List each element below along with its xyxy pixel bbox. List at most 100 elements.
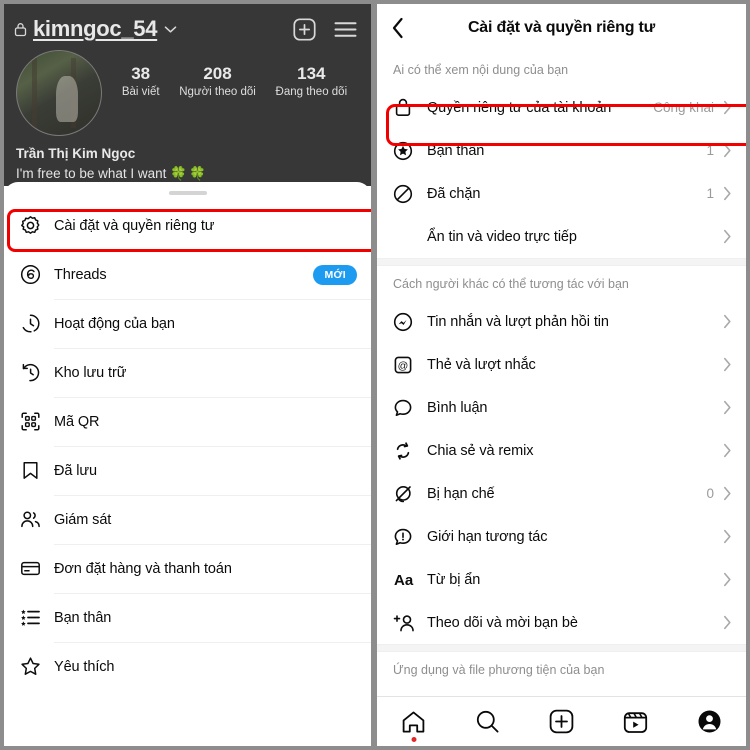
settings-row-messages[interactable]: Tin nhắn và lượt phản hồi tin [377,300,746,343]
settings-row-hide-story-live[interactable]: Ẩn tin và video trực tiếp [377,215,746,258]
settings-row-label: Thẻ và lượt nhắc [427,356,536,373]
menu-item-threads[interactable]: Threads MỚI [4,250,371,299]
menu-item-qr-code[interactable]: Mã QR [4,397,371,446]
new-badge: MỚI [313,264,357,285]
bio-line: I'm free to be what I want [16,165,167,181]
hamburger-menu-icon[interactable] [334,21,357,38]
profile-header: kimngoc_54 [4,4,371,46]
comment-bubble-icon [393,398,427,418]
settings-row-sharing-remix[interactable]: Chia sẻ và remix [377,429,746,472]
settings-row-label: Theo dõi và mời bạn bè [427,614,578,631]
settings-row-follow-invite-friends[interactable]: Theo dõi và mời bạn bè [377,601,746,644]
lock-icon [14,22,27,37]
stat-posts[interactable]: 38 Bài viết [122,64,160,98]
settings-row-value: 1 [706,186,714,201]
menu-item-label: Giám sát [54,511,112,528]
qr-code-icon [20,411,54,432]
nav-profile-avatar-icon[interactable] [682,700,736,744]
stat-value: 134 [297,64,326,83]
menu-item-label: Mã QR [54,413,100,430]
chevron-right-icon [723,529,732,544]
chevron-right-icon [723,100,732,115]
supervision-people-icon [20,509,54,530]
settings-row-label: Đã chặn [427,185,481,202]
avatar[interactable] [16,50,102,136]
section-header-who-can-see: Ai có thể xem nội dung của bạn [393,63,569,77]
chevron-right-icon [723,486,732,501]
section-divider [377,644,746,652]
chevron-right-icon [723,314,732,329]
messenger-icon [393,312,427,332]
menu-item-orders-payments[interactable]: Đơn đặt hàng và thanh toán [4,544,371,593]
nav-home-icon[interactable] [387,700,441,744]
settings-row-label: Giới hạn tương tác [427,528,548,545]
svg-text:Aa: Aa [394,572,414,589]
limit-interaction-icon [393,527,427,547]
chevron-right-icon [723,400,732,415]
add-post-icon[interactable] [293,17,316,41]
chevron-right-icon [723,143,732,158]
settings-row-tags-mentions[interactable]: @ Thẻ và lượt nhắc [377,343,746,386]
menu-item-label: Đã lưu [54,462,97,479]
stat-value: 208 [203,64,232,83]
settings-row-value: 0 [706,486,714,501]
menu-item-saved[interactable]: Đã lưu [4,446,371,495]
bookmark-icon [20,460,54,481]
settings-row-comments[interactable]: Bình luận [377,386,746,429]
menu-item-settings[interactable]: Cài đặt và quyền riêng tư [4,201,371,250]
back-chevron-icon[interactable] [391,17,421,39]
menu-item-close-friends[interactable]: Bạn thân [4,593,371,642]
svg-text:@: @ [398,360,409,372]
stat-label: Bài viết [121,85,160,98]
app-screen: kimngoc_54 38 Bài viết 208 Người theo dõ… [0,0,750,750]
at-mention-icon: @ [393,355,427,375]
settings-row-value: 1 [706,143,714,158]
settings-row-account-privacy[interactable]: Quyền riêng tư của tài khoản Công khai [377,86,746,129]
menu-item-label: Kho lưu trữ [54,364,127,381]
chevron-down-icon[interactable] [164,25,177,34]
menu-item-supervision[interactable]: Giám sát [4,495,371,544]
profile-bio: Trần Thị Kim Ngọc I'm free to be what I … [4,136,371,183]
settings-row-blocked[interactable]: Đã chặn 1 [377,172,746,215]
threads-icon [20,264,54,285]
menu-item-label: Yêu thích [54,658,115,675]
settings-row-limit-interactions[interactable]: Giới hạn tương tác [377,515,746,558]
chevron-right-icon [723,615,732,630]
nav-create-post-icon[interactable] [534,700,588,744]
stat-following[interactable]: 134 Đang theo dõi [276,64,348,98]
clover-emoji: 🍀🍀 [170,165,208,181]
menu-item-label: Threads [54,266,107,283]
settings-row-hidden-words[interactable]: Aa Từ bị ẩn [377,558,746,601]
menu-item-label: Hoạt động của bạn [54,315,175,332]
chevron-right-icon [723,186,732,201]
nav-reels-icon[interactable] [608,700,662,744]
settings-row-label: Bình luận [427,399,488,416]
settings-row-label: Quyền riêng tư của tài khoản [427,99,612,116]
stat-label: Đang theo dõi [275,85,348,98]
stat-followers[interactable]: 208 Người theo dõi [179,64,256,98]
menu-item-your-activity[interactable]: Hoạt động của bạn [4,299,371,348]
activity-clock-icon [20,313,54,334]
star-icon [20,656,54,677]
profile-panel: kimngoc_54 38 Bài viết 208 Người theo dõ… [0,0,374,750]
settings-row-restricted[interactable]: Bị hạn chế 0 [377,472,746,515]
menu-item-label: Đơn đặt hàng và thanh toán [54,560,232,577]
chevron-right-icon [723,572,732,587]
menu-item-archive[interactable]: Kho lưu trữ [4,348,371,397]
section-divider [377,258,746,266]
settings-header: Cài đặt và quyền riêng tư [377,4,746,52]
restricted-icon [393,484,427,504]
sheet-drag-handle[interactable] [168,191,207,195]
nav-search-icon[interactable] [461,700,515,744]
profile-menu-list: Cài đặt và quyền riêng tư Threads MỚI Ho… [4,201,371,691]
profile-username[interactable]: kimngoc_54 [33,16,157,42]
stat-label: Người theo dõi [179,85,256,98]
settings-row-close-friends[interactable]: Bạn thân 1 [377,129,746,172]
settings-row-label: Chia sẻ và remix [427,442,534,459]
lock-icon [393,97,427,118]
credit-card-icon [20,558,54,579]
menu-item-favorites[interactable]: Yêu thích [4,642,371,691]
profile-full-name: Trần Thị Kim Ngọc [16,146,136,161]
chevron-right-icon [723,357,732,372]
profile-stats: 38 Bài viết 208 Người theo dõi 134 Đang … [102,50,359,98]
